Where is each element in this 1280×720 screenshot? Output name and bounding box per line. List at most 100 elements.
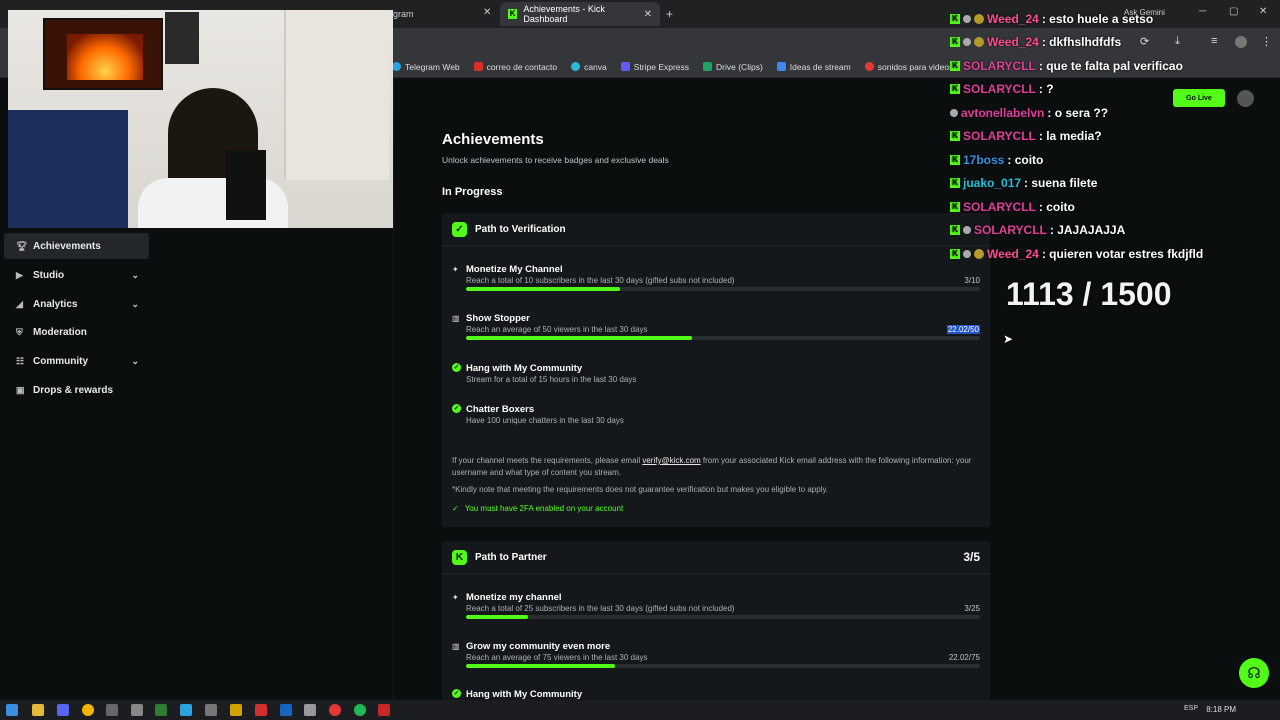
chrome-icon[interactable] bbox=[82, 704, 94, 716]
user-avatar[interactable] bbox=[1237, 90, 1254, 107]
chat-message: K SOLARYCLL: JAJAJAJJA bbox=[950, 223, 1125, 237]
app-icon[interactable] bbox=[255, 704, 267, 716]
settings-icon[interactable] bbox=[106, 704, 118, 716]
photoshop-icon[interactable] bbox=[280, 704, 292, 716]
sidebar-item-achievements[interactable]: 🏆︎ Achievements bbox=[4, 233, 149, 259]
browser-tab-active[interactable]: K Achievements - Kick Dashboard ✕ bbox=[500, 2, 660, 26]
verification-note: If your channel meets the requirements, … bbox=[452, 456, 972, 477]
file-explorer-icon[interactable] bbox=[32, 704, 44, 716]
go-live-button[interactable]: Go Live bbox=[1173, 89, 1225, 107]
verify-email-link[interactable]: verify@kick.com bbox=[642, 456, 700, 465]
sub-badge-icon bbox=[974, 37, 984, 47]
shelf-image bbox=[284, 10, 389, 180]
bookmark-stripe[interactable]: Stripe Express bbox=[620, 62, 689, 72]
sidebar-item-drops-rewards[interactable]: ▣ Drops & rewards bbox=[4, 377, 149, 403]
chat-message: K Weed_24: quieren votar estres fkdjfld bbox=[950, 247, 1203, 261]
telegram-icon bbox=[392, 62, 401, 71]
divider bbox=[442, 245, 990, 246]
headset-icon: ☊ bbox=[1247, 665, 1261, 682]
bookmark-gmail[interactable]: correo de contacto bbox=[473, 62, 557, 72]
windows-start-icon[interactable] bbox=[6, 704, 18, 716]
close-tab-icon[interactable]: ✕ bbox=[483, 7, 491, 18]
bookmark-drive[interactable]: Drive (Clips) bbox=[703, 62, 763, 72]
microphone-image bbox=[226, 150, 266, 220]
check-icon: ✓ bbox=[452, 504, 459, 513]
taskbar-clock[interactable]: 8:18 PM bbox=[1206, 705, 1236, 714]
bookmark-sounds[interactable]: sonidos para videos bbox=[864, 62, 953, 72]
fire-image bbox=[67, 34, 143, 80]
close-tab-icon[interactable]: ✕ bbox=[644, 9, 652, 20]
chat-message: K SOLARYCLL: la media? bbox=[950, 129, 1102, 143]
profile-avatar[interactable] bbox=[1235, 36, 1247, 48]
app-icon[interactable] bbox=[131, 704, 143, 716]
chat-username: SOLARYCLL bbox=[963, 82, 1036, 96]
chat-message: K Weed_24: dkfhslhdfdfs bbox=[950, 35, 1121, 49]
bookmark-canva[interactable]: canva bbox=[571, 62, 607, 72]
page-title: Achievements bbox=[442, 131, 544, 148]
sidebar-item-moderation[interactable]: ⛨ Moderation bbox=[4, 319, 149, 345]
obs-icon[interactable] bbox=[329, 704, 341, 716]
language-indicator[interactable]: ESP bbox=[1184, 705, 1198, 712]
requirement-chatter-boxers: ✓ Chatter Boxers Have 100 unique chatter… bbox=[452, 404, 624, 425]
check-circle-icon: ✓ bbox=[452, 404, 461, 413]
kick-badge-icon: K bbox=[950, 131, 960, 141]
verification-card: ✓ Path to Verification ✦ Monetize My Cha… bbox=[442, 213, 990, 527]
progress-value: 22.02/75 bbox=[948, 653, 980, 662]
chevron-down-icon: ⌄ bbox=[131, 269, 139, 280]
chat-text: : que te falta pal verificao bbox=[1038, 59, 1183, 73]
divider bbox=[442, 573, 990, 574]
chat-username: juako_017 bbox=[963, 176, 1022, 190]
app-icon[interactable] bbox=[155, 704, 167, 716]
bookmark-telegram[interactable]: Telegram Web bbox=[392, 62, 460, 72]
app-icon[interactable] bbox=[378, 704, 390, 716]
menu-icon[interactable]: ⋮ bbox=[1261, 35, 1272, 48]
chat-message: K SOLARYCLL: coito bbox=[950, 200, 1075, 214]
requirement-monetize-partner: ✦ Monetize my channel Reach a total of 2… bbox=[452, 592, 980, 622]
progress-value: 3/25 bbox=[964, 604, 980, 613]
maximize-icon[interactable]: ▢ bbox=[1229, 6, 1238, 17]
bookmark-ideas[interactable]: Ideas de stream bbox=[776, 62, 851, 72]
chat-text: : esto huele a setso bbox=[1041, 12, 1154, 26]
sidebar-divider bbox=[393, 78, 394, 700]
sparkle-icon: ✦ bbox=[452, 265, 459, 274]
chevron-down-icon: ⌄ bbox=[131, 355, 139, 366]
kick-badge-icon: K bbox=[950, 37, 960, 47]
progress-fill bbox=[466, 664, 616, 668]
close-window-icon[interactable]: ✕ bbox=[1259, 6, 1267, 17]
sidebar-item-analytics[interactable]: ◢ Analytics ⌄ bbox=[4, 291, 149, 317]
spotify-icon[interactable] bbox=[354, 704, 366, 716]
check-circle-icon: ✓ bbox=[452, 363, 461, 372]
kick-badge-icon: K bbox=[950, 249, 960, 259]
app-icon[interactable] bbox=[304, 704, 316, 716]
chat-username: SOLARYCLL bbox=[963, 129, 1036, 143]
requirement-monetize: ✦ Monetize My Channel Reach a total of 1… bbox=[452, 264, 980, 294]
fireplace-tv bbox=[43, 18, 163, 90]
badge-icon bbox=[963, 15, 971, 23]
chat-username: SOLARYCLL bbox=[974, 223, 1047, 237]
chat-message: K 17boss: coito bbox=[950, 153, 1043, 167]
help-chat-button[interactable]: ☊ bbox=[1239, 658, 1269, 688]
discord-icon[interactable] bbox=[57, 704, 69, 716]
partner-card-header[interactable]: K Path to Partner bbox=[452, 541, 547, 573]
verification-card-header[interactable]: ✓ Path to Verification bbox=[452, 213, 566, 245]
browser-tab[interactable]: gram bbox=[393, 4, 414, 24]
minimize-icon[interactable]: ─ bbox=[1199, 6, 1206, 17]
sidebar-toggle-icon[interactable]: ≡ bbox=[1211, 35, 1217, 47]
people-icon: ☷ bbox=[16, 356, 25, 366]
mouse-cursor-icon: ➤ bbox=[1003, 332, 1014, 346]
sub-badge-icon bbox=[974, 14, 984, 24]
chair-image bbox=[8, 110, 128, 228]
kick-logo-icon: K bbox=[452, 549, 467, 565]
extensions-icon[interactable]: ⟳ bbox=[1140, 35, 1149, 48]
app-icon[interactable] bbox=[230, 704, 242, 716]
sidebar-item-studio[interactable]: ▶ Studio ⌄ bbox=[4, 262, 149, 288]
app-icon[interactable] bbox=[205, 704, 217, 716]
new-tab-icon[interactable]: + bbox=[666, 7, 673, 21]
download-icon[interactable]: ⤓ bbox=[1175, 35, 1180, 48]
tab-title: gram bbox=[393, 9, 414, 19]
telegram-icon[interactable] bbox=[180, 704, 192, 716]
chat-username: SOLARYCLL bbox=[963, 59, 1036, 73]
gift-icon: ▣ bbox=[16, 385, 25, 395]
progress-fill bbox=[466, 336, 693, 340]
sidebar-item-community[interactable]: ☷ Community ⌄ bbox=[4, 348, 149, 374]
